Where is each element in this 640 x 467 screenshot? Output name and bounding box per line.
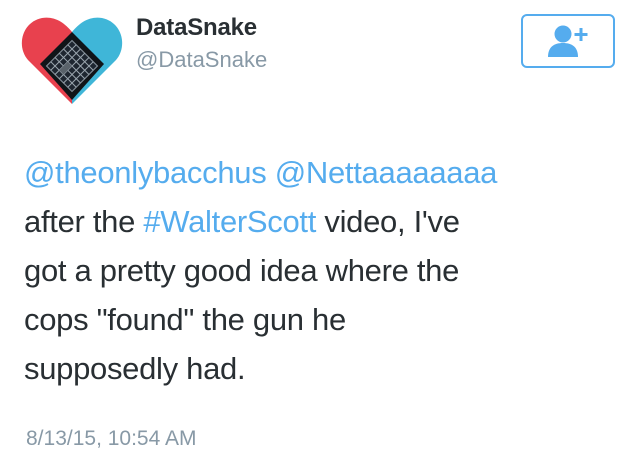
author-names: DataSnake @DataSnake [136,14,267,74]
avatar-logo-icon [21,17,123,104]
tweet-text: @theonlybacchus @Nettaaaaaaaa after the … [24,148,624,393]
mention-link[interactable]: @Nettaaaaaaaa [275,155,498,190]
follow-button[interactable] [521,14,615,68]
tweet-line-5: supposedly had. [24,351,246,386]
mention-link[interactable]: @theonlybacchus [24,155,267,190]
tweet-line-1: @theonlybacchus @Nettaaaaaaaa [24,148,624,197]
tweet-line-3: got a pretty good idea where the [24,253,460,288]
tweet-line-2: after the #WalterScott video, I've [24,197,624,246]
tweet-header: DataSnake @DataSnake [0,0,640,120]
tweet-line-4: cops "found" the gun he [24,302,346,337]
tweet-text-segment: after the [24,204,144,239]
display-name[interactable]: DataSnake [136,14,267,42]
tweet-timestamp[interactable]: 8/13/15, 10:54 AM [26,425,196,453]
hashtag-link[interactable]: #WalterScott [143,204,316,239]
add-user-icon [548,25,588,57]
avatar[interactable] [20,8,124,112]
tweet-text-segment: video, I've [316,204,460,239]
user-handle[interactable]: @DataSnake [136,46,267,74]
